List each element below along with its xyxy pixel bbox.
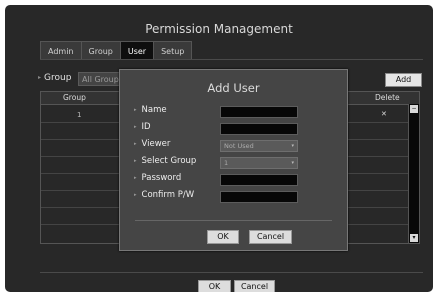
bullet-icon: ▸: [134, 140, 137, 147]
window-title: Permission Management: [145, 22, 293, 36]
name-label: ▸ Name: [134, 105, 167, 115]
dialog-divider: [135, 220, 332, 221]
bullet-icon: ▸: [134, 123, 137, 130]
password-input[interactable]: [220, 174, 298, 186]
add-user-button[interactable]: Add: [385, 73, 422, 87]
tab-group[interactable]: Group: [80, 41, 121, 60]
table-scrollbar[interactable]: − ▾: [408, 104, 419, 243]
tab-user[interactable]: User: [119, 41, 155, 60]
password-label-text: Password: [141, 173, 182, 183]
delete-icon[interactable]: ✕: [381, 110, 387, 118]
chevron-down-icon: ▾: [291, 160, 294, 166]
dialog-title: Add User: [207, 81, 260, 95]
bullet-icon: ▸: [134, 157, 137, 164]
footer-divider: [40, 272, 423, 273]
confirm-password-label: ▸ Confirm P/W: [134, 190, 194, 200]
id-input[interactable]: [220, 123, 298, 135]
tab-divider: [40, 59, 423, 60]
bullet-icon: ▸: [38, 74, 42, 81]
table-row-group: 1: [77, 111, 82, 119]
viewer-select[interactable]: Not Used ▾: [220, 140, 298, 152]
password-label: ▸ Password: [134, 173, 181, 183]
permission-window: Permission Management Admin Group User S…: [5, 5, 433, 292]
ok-button[interactable]: OK: [198, 280, 231, 292]
viewer-value: Not Used: [224, 142, 254, 150]
bullet-icon: ▸: [134, 106, 137, 113]
bullet-icon: ▸: [134, 174, 137, 181]
tab-bar: Admin Group User Setup: [40, 41, 193, 60]
dialog-cancel-button[interactable]: Cancel: [249, 230, 292, 244]
column-header-group: Group: [63, 93, 86, 102]
group-select[interactable]: 1 ▾: [220, 157, 298, 169]
group-filter-text: Group: [44, 73, 72, 83]
chevron-down-icon: ▾: [291, 143, 294, 149]
tab-setup[interactable]: Setup: [153, 41, 193, 60]
add-user-dialog: Add User ▸ Name ▸ ID ▸ Viewer Not Used ▾ ▸ Se…: [119, 69, 348, 251]
scroll-down-icon[interactable]: ▾: [410, 234, 418, 242]
group-value: 1: [224, 159, 229, 167]
viewer-label: ▸ Viewer: [134, 139, 170, 149]
cancel-button[interactable]: Cancel: [234, 280, 275, 292]
viewer-label-text: Viewer: [141, 139, 171, 149]
dialog-ok-button[interactable]: OK: [207, 230, 239, 244]
group-filter-label: ▸ Group: [38, 73, 71, 83]
id-label-text: ID: [141, 122, 151, 132]
id-label: ▸ ID: [134, 122, 151, 132]
tab-admin[interactable]: Admin: [40, 41, 82, 60]
column-header-delete: Delete: [375, 93, 400, 102]
select-group-label: ▸ Select Group: [134, 156, 196, 166]
select-group-label-text: Select Group: [141, 156, 197, 166]
confirm-password-label-text: Confirm P/W: [141, 190, 195, 200]
scroll-up-icon[interactable]: −: [410, 105, 418, 113]
name-input[interactable]: [220, 106, 298, 118]
name-label-text: Name: [141, 105, 167, 115]
confirm-password-input[interactable]: [220, 191, 298, 203]
bullet-icon: ▸: [134, 191, 137, 198]
